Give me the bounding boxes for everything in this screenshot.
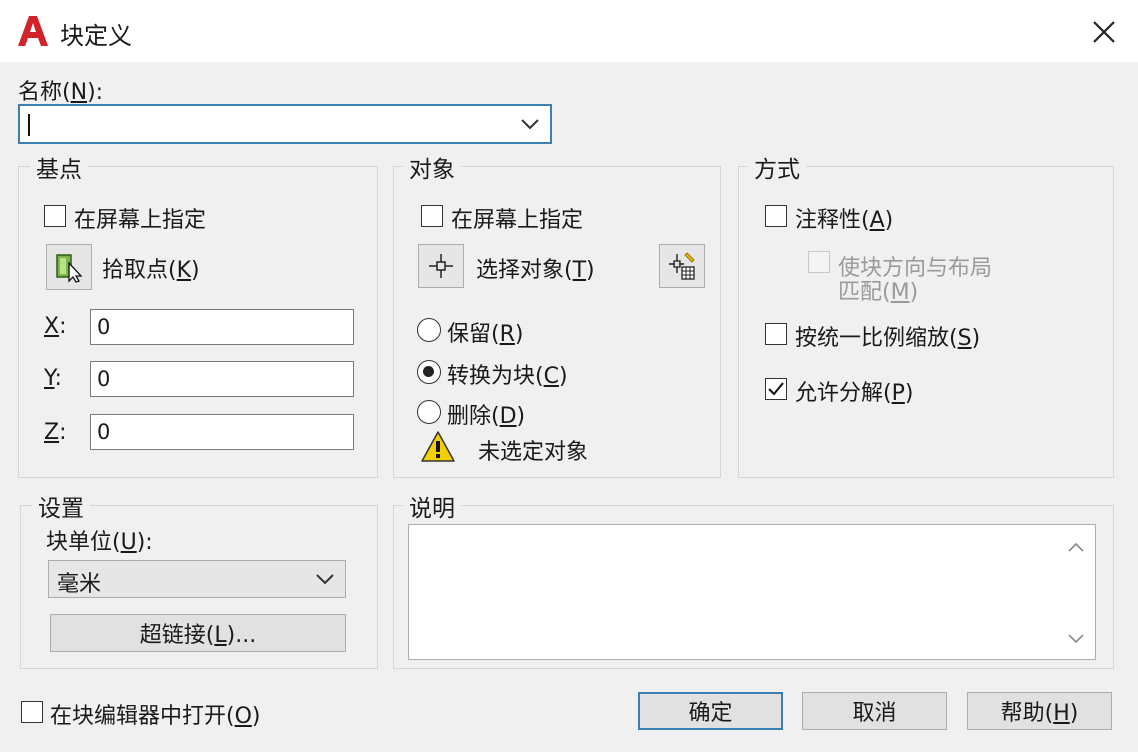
block-unit-label: 块单位(U): [46, 530, 153, 555]
hyperlink-label: 超链接(L)... [139, 623, 257, 648]
quick-select-icon [669, 252, 695, 280]
title-bar [0, 0, 1138, 62]
check-icon [768, 382, 784, 396]
block-unit-dropdown[interactable]: 毫米 [48, 560, 346, 598]
close-icon[interactable] [1084, 12, 1124, 52]
allow-exploding-checkbox[interactable] [765, 378, 787, 400]
objects-specify-on-screen-checkbox[interactable] [421, 205, 443, 227]
settings-title: 设置 [32, 489, 90, 523]
behavior-title: 方式 [748, 150, 806, 184]
description-title: 说明 [403, 489, 461, 523]
convert-to-block-radio[interactable] [417, 360, 441, 384]
open-in-block-editor-checkbox[interactable] [21, 701, 43, 723]
retain-label: 保留(R) [447, 322, 524, 347]
delete-label: 删除(D) [447, 404, 526, 429]
pick-point-button[interactable] [46, 244, 92, 290]
hyperlink-button[interactable]: 超链接(L)... [50, 614, 346, 652]
y-value: 0 [97, 367, 111, 391]
text-cursor [28, 114, 30, 136]
cancel-button[interactable]: 取消 [802, 692, 947, 730]
objects-title: 对象 [403, 150, 461, 184]
x-input[interactable]: 0 [90, 309, 354, 345]
scroll-up-icon[interactable] [1067, 541, 1085, 553]
annotative-label: 注释性(A) [795, 208, 894, 233]
objects-specify-on-screen-label: 在屏幕上指定 [451, 208, 584, 233]
base-specify-on-screen-checkbox[interactable] [44, 205, 66, 227]
description-textarea[interactable] [408, 524, 1096, 660]
allow-exploding-label: 允许分解(P) [795, 381, 914, 406]
open-in-block-editor-label: 在块编辑器中打开(O) [50, 704, 261, 729]
y-input[interactable]: 0 [90, 361, 354, 397]
window-title: 块定义 [60, 22, 132, 50]
base-specify-on-screen-label: 在屏幕上指定 [74, 208, 207, 233]
chevron-down-icon[interactable] [520, 117, 540, 131]
match-layout-label-line2: 匹配(M) [838, 280, 919, 305]
name-label: 名称(N): [18, 80, 104, 105]
scale-uniformly-checkbox[interactable] [765, 323, 787, 345]
pick-point-icon [56, 254, 83, 283]
block-unit-value: 毫米 [57, 572, 102, 597]
z-input[interactable]: 0 [90, 414, 354, 450]
quick-select-button[interactable] [659, 244, 705, 288]
base-point-title: 基点 [30, 150, 88, 184]
delete-radio[interactable] [417, 400, 441, 424]
cancel-label: 取消 [852, 701, 897, 726]
select-objects-button[interactable] [418, 244, 464, 288]
chevron-down-icon[interactable] [315, 572, 335, 586]
annotative-checkbox[interactable] [765, 205, 787, 227]
ok-label: 确定 [688, 701, 733, 726]
ok-button[interactable]: 确定 [638, 692, 783, 730]
retain-radio[interactable] [417, 318, 441, 342]
no-objects-selected-text: 未选定对象 [478, 440, 589, 465]
scale-uniformly-label: 按统一比例缩放(S) [795, 326, 981, 351]
convert-to-block-label: 转换为块(C) [447, 364, 568, 389]
y-label: Y: [44, 366, 62, 391]
warning-icon [421, 431, 455, 462]
help-button[interactable]: 帮助(H) [967, 692, 1112, 730]
match-layout-checkbox[interactable] [808, 251, 830, 273]
autocad-logo-icon [18, 16, 48, 46]
block-name-combobox[interactable] [18, 104, 552, 144]
help-label: 帮助(H) [1000, 701, 1079, 726]
z-value: 0 [97, 420, 111, 444]
x-label: X: [44, 314, 67, 339]
crosshair-icon [429, 254, 453, 278]
pick-point-label: 拾取点(K) [102, 258, 200, 283]
scroll-down-icon[interactable] [1067, 633, 1085, 645]
select-objects-label: 选择对象(T) [476, 258, 595, 283]
x-value: 0 [97, 315, 111, 339]
z-label: Z: [44, 420, 67, 445]
